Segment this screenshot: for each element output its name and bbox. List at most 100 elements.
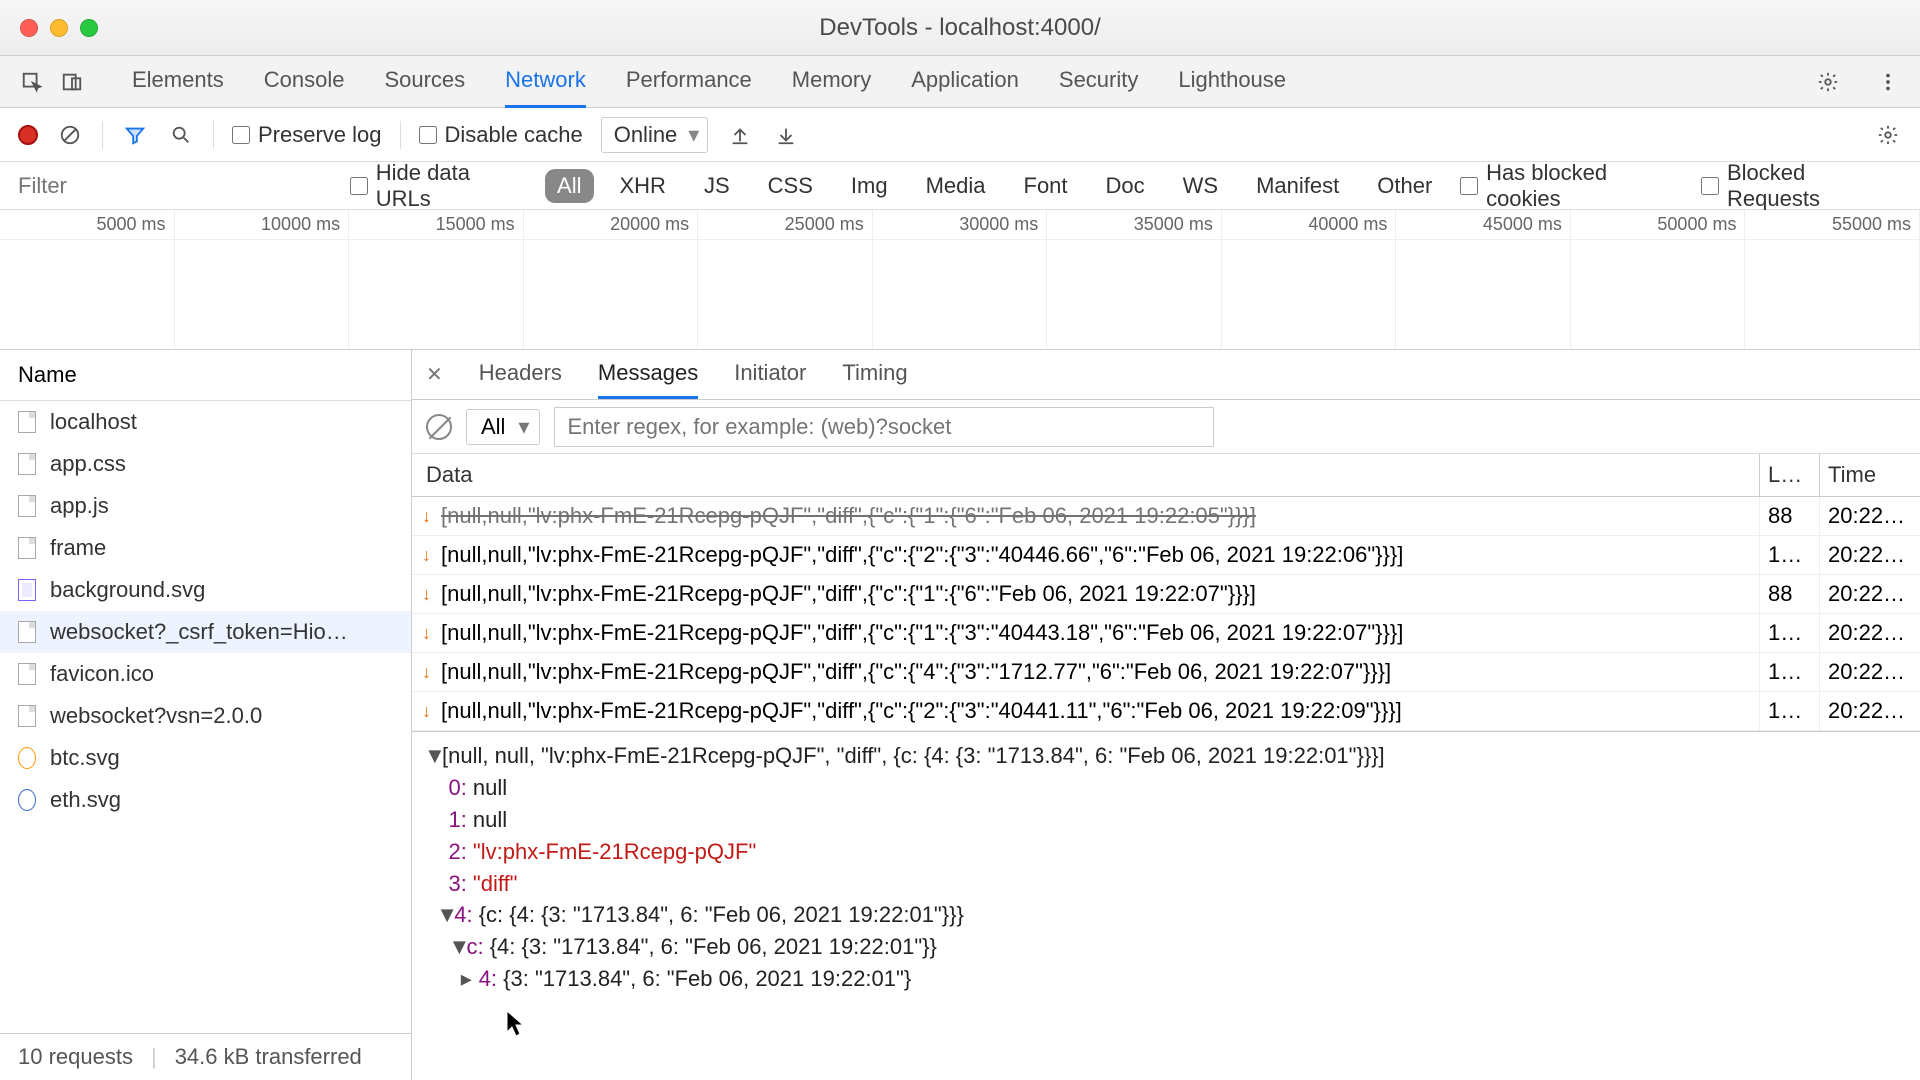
blocked-requests-checkbox[interactable]: Blocked Requests <box>1701 160 1902 212</box>
timeline-tick: 40000 ms <box>1222 210 1397 349</box>
tab-memory[interactable]: Memory <box>792 55 871 108</box>
message-length: 88 <box>1760 575 1820 614</box>
request-row[interactable]: favicon.ico <box>0 653 411 695</box>
filter-type-ws[interactable]: WS <box>1171 169 1230 203</box>
timeline-tick: 5000 ms <box>0 210 175 349</box>
request-name: websocket?vsn=2.0.0 <box>50 703 262 729</box>
file-icon <box>18 411 36 433</box>
request-row[interactable]: eth.svg <box>0 779 411 821</box>
more-icon[interactable] <box>1868 71 1908 93</box>
hide-data-urls-checkbox[interactable]: Hide data URLs <box>350 160 529 212</box>
detail-tab-messages[interactable]: Messages <box>598 350 698 399</box>
filter-icon[interactable] <box>121 121 149 149</box>
minimize-window-icon[interactable] <box>50 19 68 37</box>
separator <box>102 121 103 149</box>
preserve-log-checkbox[interactable]: Preserve log <box>232 122 382 148</box>
filter-type-js[interactable]: JS <box>692 169 742 203</box>
message-row[interactable]: ↓[null,null,"lv:phx-FmE-21Rcepg-pQJF","d… <box>412 497 1920 536</box>
upload-icon[interactable] <box>726 121 754 149</box>
tab-lighthouse[interactable]: Lighthouse <box>1178 55 1286 108</box>
message-time: 20:22… <box>1820 692 1920 731</box>
window-title: DevTools - localhost:4000/ <box>819 14 1100 42</box>
request-name: favicon.ico <box>50 661 154 687</box>
message-table-header: Data L… Time <box>412 454 1920 497</box>
request-row[interactable]: app.css <box>0 443 411 485</box>
arrow-down-icon: ↓ <box>422 662 431 683</box>
filter-type-other[interactable]: Other <box>1365 169 1444 203</box>
filter-type-all[interactable]: All <box>545 169 593 203</box>
tree-val-0: null <box>473 775 507 800</box>
request-row[interactable]: app.js <box>0 485 411 527</box>
blocked-cookies-checkbox[interactable]: Has blocked cookies <box>1460 160 1685 212</box>
filter-input[interactable] <box>18 173 334 199</box>
panel-tabbar: Elements Console Sources Network Performance… <box>0 56 1920 108</box>
request-row[interactable]: localhost <box>0 401 411 443</box>
request-row[interactable]: background.svg <box>0 569 411 611</box>
detail-tab-initiator[interactable]: Initiator <box>734 350 806 399</box>
message-row[interactable]: ↓[null,null,"lv:phx-FmE-21Rcepg-pQJF","d… <box>412 575 1920 614</box>
length-col-header[interactable]: L… <box>1760 454 1820 496</box>
record-icon[interactable] <box>18 125 38 145</box>
request-detail: ✕ Headers Messages Initiator Timing All Dat… <box>412 350 1920 1080</box>
filter-type-doc[interactable]: Doc <box>1094 169 1157 203</box>
download-icon[interactable] <box>772 121 800 149</box>
tree-root: [null, null, "lv:phx-FmE-21Rcepg-pQJF", … <box>442 743 1385 768</box>
close-window-icon[interactable] <box>20 19 38 37</box>
disable-cache-checkbox[interactable]: Disable cache <box>419 122 583 148</box>
tree-val-2: "lv:phx-FmE-21Rcepg-pQJF" <box>473 839 756 864</box>
request-row[interactable]: websocket?vsn=2.0.0 <box>0 695 411 737</box>
request-name: frame <box>50 535 106 561</box>
filter-type-media[interactable]: Media <box>914 169 998 203</box>
detail-tab-timing[interactable]: Timing <box>842 350 907 399</box>
zoom-window-icon[interactable] <box>80 19 98 37</box>
message-length: 1… <box>1760 536 1820 575</box>
request-name: eth.svg <box>50 787 121 813</box>
tab-performance[interactable]: Performance <box>626 55 752 108</box>
message-time: 20:22… <box>1820 497 1920 536</box>
data-col-header[interactable]: Data <box>412 454 1760 496</box>
tab-sources[interactable]: Sources <box>384 55 465 108</box>
close-detail-icon[interactable]: ✕ <box>426 362 443 387</box>
blocked-requests-label: Blocked Requests <box>1727 160 1902 212</box>
filter-type-img[interactable]: Img <box>839 169 900 203</box>
message-row[interactable]: ↓[null,null,"lv:phx-FmE-21Rcepg-pQJF","d… <box>412 692 1920 731</box>
filter-type-font[interactable]: Font <box>1012 169 1080 203</box>
network-settings-icon[interactable] <box>1874 121 1902 149</box>
request-name: websocket?_csrf_token=Hio… <box>50 619 348 645</box>
status-bar: 10 requests | 34.6 kB transferred <box>0 1033 411 1080</box>
message-data: [null,null,"lv:phx-FmE-21Rcepg-pQJF","di… <box>441 698 1402 724</box>
message-row[interactable]: ↓[null,null,"lv:phx-FmE-21Rcepg-pQJF","d… <box>412 614 1920 653</box>
message-length: 1… <box>1760 653 1820 692</box>
filter-type-xhr[interactable]: XHR <box>608 169 678 203</box>
name-column-header[interactable]: Name <box>0 350 411 401</box>
request-row[interactable]: btc.svg <box>0 737 411 779</box>
file-icon <box>18 663 36 685</box>
message-type-select[interactable]: All <box>466 409 540 445</box>
search-icon[interactable] <box>167 121 195 149</box>
tab-security[interactable]: Security <box>1059 55 1138 108</box>
throttle-select[interactable]: Online <box>601 117 709 153</box>
device-toolbar-icon[interactable] <box>52 56 92 107</box>
timeline-tick-label: 25000 ms <box>698 210 872 240</box>
timeline-tick: 45000 ms <box>1396 210 1571 349</box>
message-row[interactable]: ↓[null,null,"lv:phx-FmE-21Rcepg-pQJF","d… <box>412 536 1920 575</box>
filter-bar: Hide data URLs All XHR JS CSS Img Media Font Do… <box>0 162 1920 210</box>
filter-type-css[interactable]: CSS <box>756 169 825 203</box>
tab-console[interactable]: Console <box>264 55 345 108</box>
tab-elements[interactable]: Elements <box>132 55 224 108</box>
clear-icon[interactable] <box>56 121 84 149</box>
message-row[interactable]: ↓[null,null,"lv:phx-FmE-21Rcepg-pQJF","d… <box>412 653 1920 692</box>
message-tree[interactable]: ▼[null, null, "lv:phx-FmE-21Rcepg-pQJF",… <box>412 732 1920 1080</box>
timeline-overview[interactable]: 5000 ms10000 ms15000 ms20000 ms25000 ms3… <box>0 210 1920 350</box>
message-regex-input[interactable] <box>554 407 1214 447</box>
time-col-header[interactable]: Time <box>1820 454 1920 496</box>
request-row[interactable]: frame <box>0 527 411 569</box>
clear-messages-icon[interactable] <box>426 414 452 440</box>
tab-application[interactable]: Application <box>911 55 1019 108</box>
request-row[interactable]: websocket?_csrf_token=Hio… <box>0 611 411 653</box>
tab-network[interactable]: Network <box>505 55 586 108</box>
settings-icon[interactable] <box>1808 71 1848 93</box>
filter-type-manifest[interactable]: Manifest <box>1244 169 1351 203</box>
detail-tab-headers[interactable]: Headers <box>479 350 562 399</box>
inspect-element-icon[interactable] <box>12 56 52 107</box>
